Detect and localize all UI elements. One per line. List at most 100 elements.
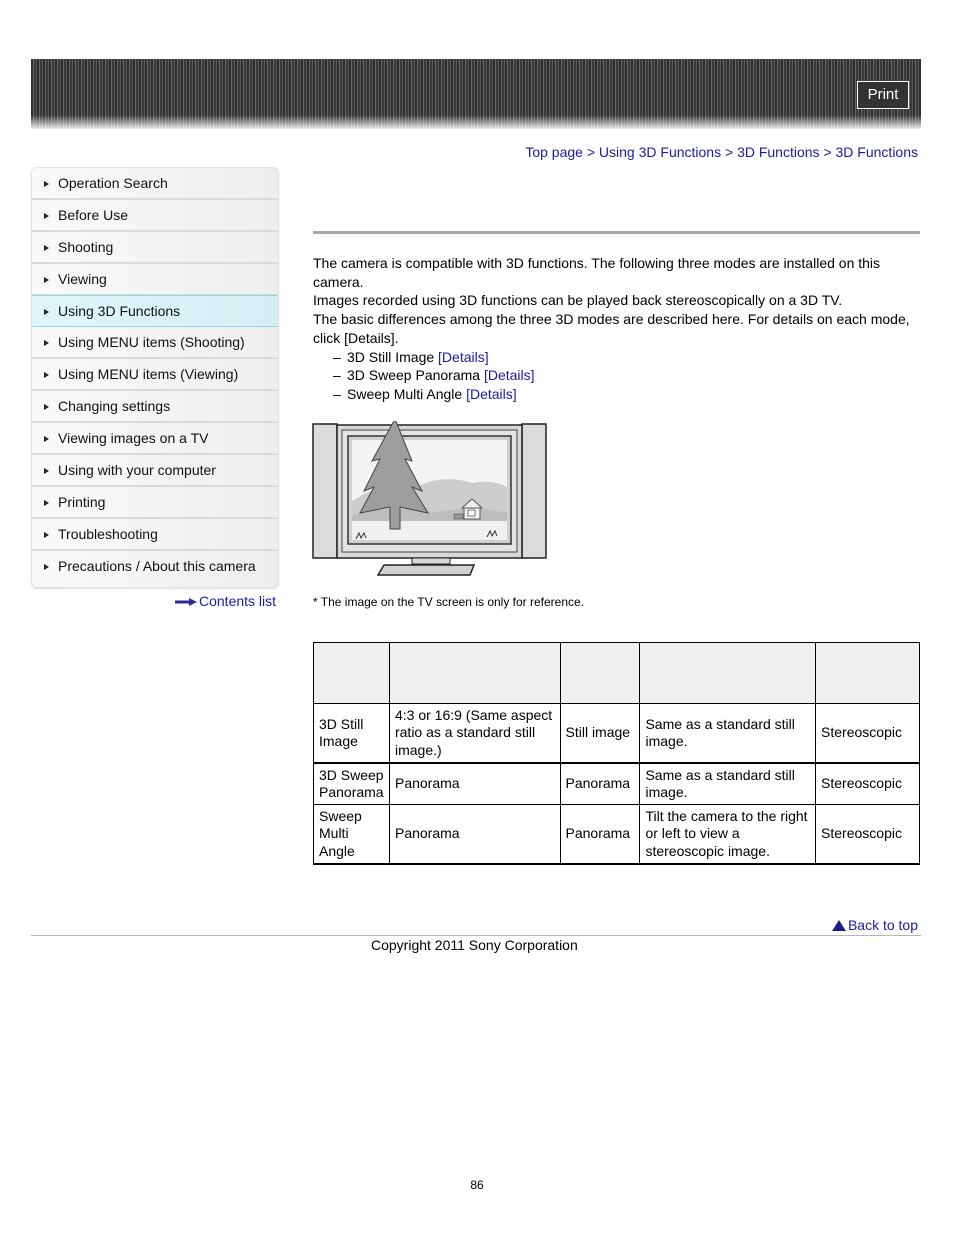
table-header-row <box>313 642 920 704</box>
arrow-right-icon <box>175 598 197 607</box>
sidebar-item-label: Operation Search <box>58 175 168 191</box>
triangle-right-icon <box>44 245 49 251</box>
sidebar-item-label: Using with your computer <box>58 462 216 478</box>
sidebar-item-troubleshooting[interactable]: Troubleshooting <box>32 519 278 551</box>
table-cell: 3D Still Image <box>313 703 390 764</box>
intro-paragraph-3: The basic differences among the three 3D… <box>313 311 910 346</box>
sidebar-item-label: Using 3D Functions <box>58 303 181 319</box>
breadcrumb-separator: > <box>823 144 832 160</box>
sidebar-item-label: Viewing images on a TV <box>58 430 209 446</box>
print-button[interactable]: Print <box>857 81 909 109</box>
sidebar-item-printing[interactable]: Printing <box>32 487 278 519</box>
table-header-cell <box>639 642 817 704</box>
table-header-cell <box>388 642 561 704</box>
intro-section: The camera is compatible with 3D functio… <box>313 254 923 404</box>
intro-paragraph-2: Images recorded using 3D functions can b… <box>313 292 843 309</box>
breadcrumb: Top page > Using 3D Functions > 3D Funct… <box>525 144 918 160</box>
table-cell: Same as a standard still image. <box>639 703 817 764</box>
mode-comparison-table: 3D Still Image 4:3 or 16:9 (Same aspect … <box>313 642 920 865</box>
breadcrumb-using-3d-functions[interactable]: Using 3D Functions <box>599 144 721 160</box>
triangle-right-icon <box>44 277 49 283</box>
table-cell: Panorama <box>388 762 561 805</box>
page-number: 86 <box>470 1178 484 1192</box>
back-to-top-link[interactable]: Back to top <box>848 917 918 933</box>
sidebar-item-label: Before Use <box>58 207 129 223</box>
mode-name: Sweep Multi Angle <box>347 385 463 402</box>
copyright: Copyright 2011 Sony Corporation <box>371 937 578 953</box>
footer-divider <box>31 935 921 936</box>
table-cell: 3D Sweep Panorama <box>313 762 390 805</box>
triangle-right-icon <box>44 340 49 346</box>
table-cell: Still image <box>559 703 641 764</box>
header-banner: Print <box>31 59 921 129</box>
triangle-right-icon <box>44 404 49 410</box>
table-cell: Stereoscopic <box>815 762 920 805</box>
details-link-3d-still-image[interactable]: [Details] <box>438 349 489 365</box>
sidebar-item-viewing[interactable]: Viewing <box>32 264 278 296</box>
table-row: 3D Still Image 4:3 or 16:9 (Same aspect … <box>313 703 920 764</box>
sidebar-item-menu-shooting[interactable]: Using MENU items (Shooting) <box>32 327 278 359</box>
table-row: 3D Sweep Panorama Panorama Panorama Same… <box>313 762 920 805</box>
sidebar-item-shooting[interactable]: Shooting <box>32 232 278 264</box>
table-header-cell <box>815 642 920 704</box>
table-cell: 4:3 or 16:9 (Same aspect ratio as a stan… <box>388 703 561 764</box>
table-cell: Panorama <box>559 762 641 805</box>
mode-list: –3D Still Image [Details] –3D Sweep Pano… <box>313 348 923 404</box>
tv-illustration <box>312 421 547 576</box>
sidebar-item-precautions[interactable]: Precautions / About this camera <box>32 551 278 587</box>
table-cell: Panorama <box>388 804 561 865</box>
list-item: – Sweep Multi Angle [Details] <box>333 385 517 402</box>
triangle-right-icon <box>44 436 49 442</box>
table-header-cell <box>559 642 641 704</box>
details-link-3d-sweep-panorama[interactable]: [Details] <box>484 367 535 383</box>
sidebar-item-operation-search[interactable]: Operation Search <box>32 168 278 200</box>
sidebar-item-using-3d-functions[interactable]: Using 3D Functions <box>32 295 278 327</box>
triangle-up-icon <box>831 920 846 931</box>
table-row: Sweep Multi Angle Panorama Panorama Tilt… <box>313 804 920 865</box>
sidebar-item-using-with-computer[interactable]: Using with your computer <box>32 455 278 487</box>
table-cell: Same as a standard still image. <box>639 762 817 805</box>
title-divider <box>313 231 920 234</box>
sidebar-nav: Operation Search Before Use Shooting Vie… <box>31 167 279 588</box>
table-cell: Tilt the camera to the right or left to … <box>639 804 817 865</box>
list-item: –3D Sweep Panorama [Details] <box>333 367 535 384</box>
triangle-right-icon <box>44 532 49 538</box>
sidebar-item-label: Troubleshooting <box>58 526 158 542</box>
mode-name: 3D Sweep Panorama <box>347 367 481 384</box>
mode-name: 3D Still Image <box>347 348 435 365</box>
sidebar-item-label: Changing settings <box>58 398 171 414</box>
breadcrumb-3d-functions[interactable]: 3D Functions <box>737 144 819 160</box>
breadcrumb-separator: > <box>724 144 734 160</box>
table-cell: Stereoscopic <box>815 703 920 764</box>
sidebar-item-label: Printing <box>58 494 106 510</box>
triangle-right-icon <box>44 372 49 378</box>
sidebar-item-changing-settings[interactable]: Changing settings <box>32 391 278 423</box>
triangle-right-icon <box>44 500 49 506</box>
triangle-right-icon <box>44 468 49 474</box>
back-to-top-wrap: Back to top <box>831 917 918 933</box>
sidebar-item-before-use[interactable]: Before Use <box>32 200 278 232</box>
sidebar-item-label: Using MENU items (Viewing) <box>58 366 239 382</box>
triangle-right-icon <box>44 213 49 219</box>
breadcrumb-top-page[interactable]: Top page <box>525 144 583 160</box>
triangle-right-icon <box>44 564 49 570</box>
sidebar-item-viewing-on-tv[interactable]: Viewing images on a TV <box>32 423 278 455</box>
triangle-right-icon <box>44 309 49 315</box>
contents-list-link[interactable]: Contents list <box>199 593 276 609</box>
table-header-cell <box>313 642 390 704</box>
sidebar-item-menu-viewing[interactable]: Using MENU items (Viewing) <box>32 359 278 391</box>
sidebar-item-label: Using MENU items (Shooting) <box>58 334 245 350</box>
sidebar-item-label: Precautions / About this camera <box>58 558 256 574</box>
table-cell: Stereoscopic <box>815 804 920 865</box>
sidebar-item-label: Viewing <box>58 271 107 287</box>
contents-list-link-wrap: Contents list <box>175 593 276 609</box>
figure-caption: * The image on the TV screen is only for… <box>313 595 585 609</box>
triangle-right-icon <box>44 181 49 187</box>
intro-paragraph-1: The camera is compatible with 3D functio… <box>313 255 881 290</box>
details-link-sweep-multi-angle[interactable]: [Details] <box>466 386 517 402</box>
table-cell: Sweep Multi Angle <box>313 804 390 865</box>
breadcrumb-separator: > <box>586 144 596 160</box>
breadcrumb-current[interactable]: 3D Functions <box>836 144 918 160</box>
sidebar-item-label: Shooting <box>58 239 114 255</box>
list-item: –3D Still Image [Details] <box>333 348 489 365</box>
